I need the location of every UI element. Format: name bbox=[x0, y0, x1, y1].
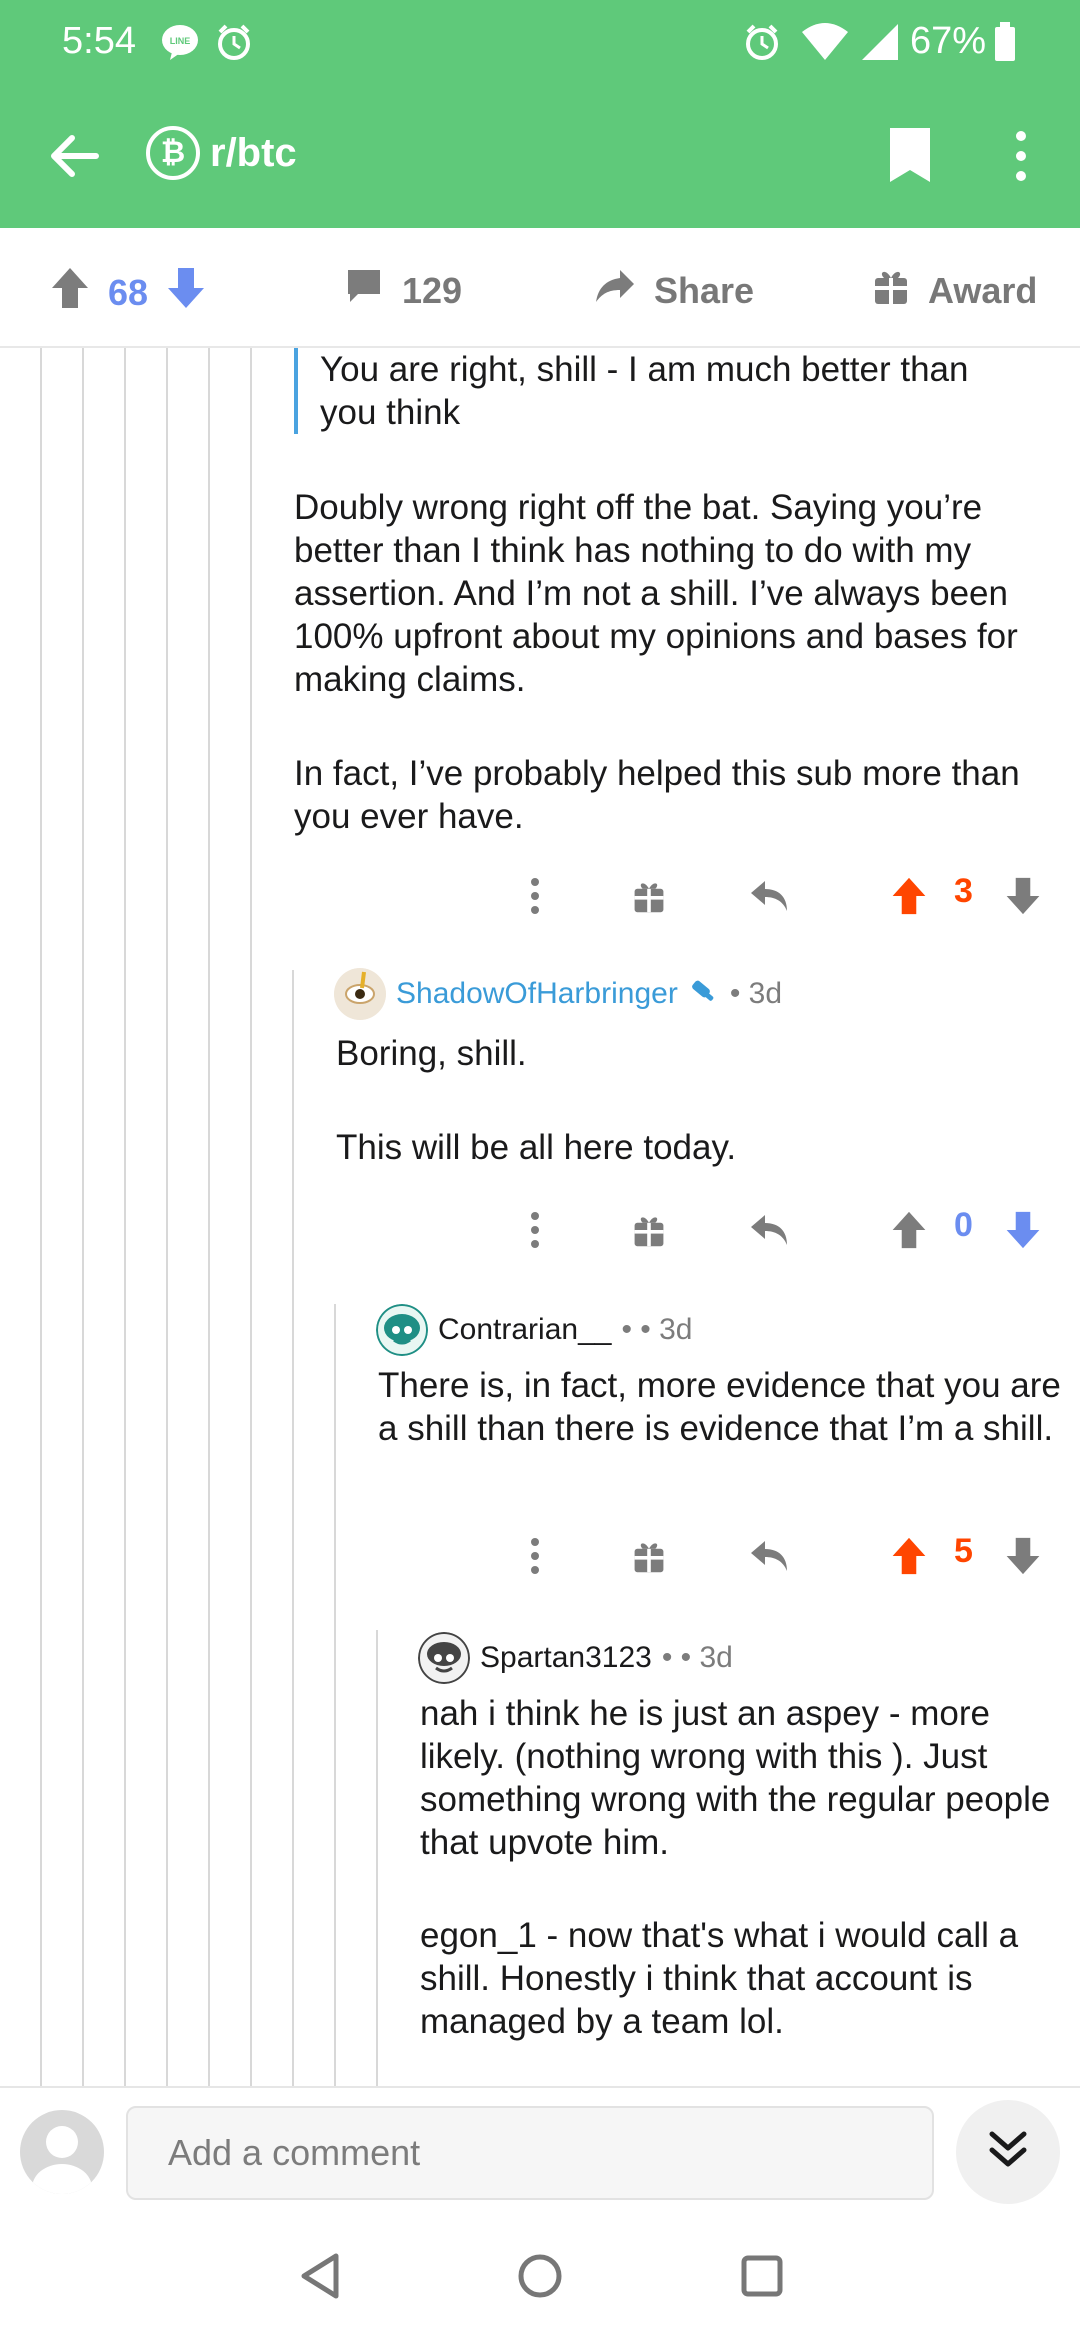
comment-actions: 3 bbox=[508, 866, 1080, 926]
add-comment-input[interactable]: Add a comment bbox=[126, 2106, 934, 2200]
reply-icon[interactable] bbox=[742, 1200, 796, 1260]
gift-icon bbox=[872, 266, 910, 315]
comment-body: egon_1 - now that's what i would call a … bbox=[420, 1916, 1019, 2041]
avatar[interactable] bbox=[376, 1304, 428, 1356]
share-button[interactable]: Share bbox=[594, 266, 754, 315]
gift-icon[interactable] bbox=[622, 1526, 676, 1586]
comment-body: This will be all here today. bbox=[336, 1128, 737, 1167]
system-navigation-bar bbox=[0, 2216, 1080, 2340]
reply-icon[interactable] bbox=[742, 1526, 796, 1586]
thread-line[interactable] bbox=[124, 348, 126, 2086]
comment-count: 129 bbox=[402, 269, 463, 311]
subreddit-link[interactable]: ₿ r/btc bbox=[146, 126, 297, 180]
home-nav-icon[interactable] bbox=[510, 2246, 570, 2306]
comment-body: nah i think he is just an aspey - more l… bbox=[420, 1694, 1051, 1862]
more-options-icon[interactable] bbox=[1006, 126, 1036, 186]
comment-body: There is, in fact, more evidence that yo… bbox=[378, 1366, 1061, 1448]
moderator-icon bbox=[688, 974, 720, 1014]
bookmark-icon[interactable] bbox=[886, 126, 934, 184]
gift-icon[interactable] bbox=[622, 866, 676, 926]
thread-line[interactable] bbox=[376, 1630, 378, 2086]
username[interactable]: Contrarian__ bbox=[438, 1313, 611, 1347]
thread-line[interactable] bbox=[40, 348, 42, 2086]
comment-score: 3 bbox=[954, 872, 973, 910]
comment-body: In fact, I’ve probably helped this sub m… bbox=[294, 754, 1020, 836]
add-comment-placeholder: Add a comment bbox=[168, 2132, 421, 2173]
share-icon bbox=[594, 266, 636, 315]
post-vote-group: 68 bbox=[50, 266, 206, 319]
comment-time: • 3d bbox=[729, 977, 783, 1010]
downvote-icon[interactable] bbox=[166, 266, 206, 319]
more-options-icon[interactable] bbox=[508, 1526, 562, 1586]
more-options-icon[interactable] bbox=[508, 866, 562, 926]
thread-line[interactable] bbox=[208, 348, 210, 2086]
downvote-icon[interactable] bbox=[996, 1200, 1050, 1260]
thread-line[interactable] bbox=[166, 348, 168, 2086]
comment-score: 0 bbox=[954, 1206, 973, 1244]
downvote-icon[interactable] bbox=[996, 866, 1050, 926]
more-options-icon[interactable] bbox=[508, 1200, 562, 1260]
comment-actions: 0 bbox=[508, 1200, 1080, 1260]
svg-text:LINE: LINE bbox=[170, 36, 191, 46]
comment-time: • • 3d bbox=[661, 1641, 733, 1674]
thread-line[interactable] bbox=[334, 1304, 336, 2086]
battery-percent: 67% bbox=[910, 20, 987, 62]
downvote-icon[interactable] bbox=[996, 1526, 1050, 1586]
bitcoin-icon: ₿ bbox=[146, 126, 200, 180]
status-time: 5:54 bbox=[62, 20, 136, 62]
recents-nav-icon[interactable] bbox=[732, 2246, 792, 2306]
share-label: Share bbox=[654, 269, 755, 311]
comment-meta: ShadowOfHarbringer • 3d bbox=[334, 968, 782, 1020]
quoted-text: You are right, shill - I am much better … bbox=[294, 348, 1034, 434]
post-action-bar: 68 129 Share Award bbox=[0, 228, 1080, 348]
status-bar: 5:54 LINE 67% bbox=[0, 0, 1080, 82]
award-button[interactable]: Award bbox=[872, 266, 1037, 315]
comment-meta: Spartan3123 • • 3d bbox=[418, 1632, 733, 1684]
comment-composer-bar: Add a comment bbox=[0, 2086, 1080, 2216]
upvote-icon[interactable] bbox=[50, 266, 90, 319]
battery-icon bbox=[994, 22, 1016, 62]
comment-icon bbox=[344, 266, 384, 315]
upvote-icon[interactable] bbox=[882, 1526, 936, 1586]
award-label: Award bbox=[928, 269, 1038, 311]
alarm-icon bbox=[214, 22, 254, 62]
back-nav-icon[interactable] bbox=[290, 2246, 350, 2306]
avatar[interactable] bbox=[334, 968, 386, 1020]
top-bar: 5:54 LINE 67% ₿ r/btc bbox=[0, 0, 1080, 228]
comment-thread: You are right, shill - I am much better … bbox=[0, 348, 1080, 2086]
subreddit-name: r/btc bbox=[210, 130, 297, 175]
app-bar: ₿ r/btc bbox=[0, 100, 1080, 212]
gift-icon[interactable] bbox=[622, 1200, 676, 1260]
comment-body: Boring, shill. bbox=[336, 1034, 527, 1073]
comment-time: • • 3d bbox=[621, 1313, 693, 1346]
comment-meta: Contrarian__ • • 3d bbox=[376, 1304, 692, 1356]
back-arrow-icon[interactable] bbox=[44, 126, 104, 186]
comment-actions: 5 bbox=[508, 1526, 1080, 1586]
thread-line[interactable] bbox=[292, 970, 294, 2086]
avatar[interactable] bbox=[418, 1632, 470, 1684]
comments-button[interactable]: 129 bbox=[344, 266, 462, 315]
double-chevron-down-icon bbox=[986, 2128, 1030, 2177]
username[interactable]: Spartan3123 bbox=[480, 1641, 652, 1675]
signal-icon bbox=[860, 22, 900, 62]
collapse-comments-button[interactable] bbox=[956, 2100, 1060, 2204]
comment-body: Doubly wrong right off the bat. Saying y… bbox=[294, 488, 1018, 699]
username[interactable]: ShadowOfHarbringer bbox=[396, 977, 678, 1011]
post-vote-count: 68 bbox=[108, 271, 149, 313]
upvote-icon[interactable] bbox=[882, 1200, 936, 1260]
thread-line[interactable] bbox=[250, 348, 252, 2086]
thread-line[interactable] bbox=[82, 348, 84, 2086]
alarm-icon bbox=[742, 22, 782, 62]
reply-icon[interactable] bbox=[742, 866, 796, 926]
user-avatar[interactable] bbox=[20, 2110, 104, 2194]
line-icon: LINE bbox=[160, 22, 200, 62]
upvote-icon[interactable] bbox=[882, 866, 936, 926]
comment-score: 5 bbox=[954, 1532, 973, 1570]
wifi-icon bbox=[800, 22, 850, 62]
